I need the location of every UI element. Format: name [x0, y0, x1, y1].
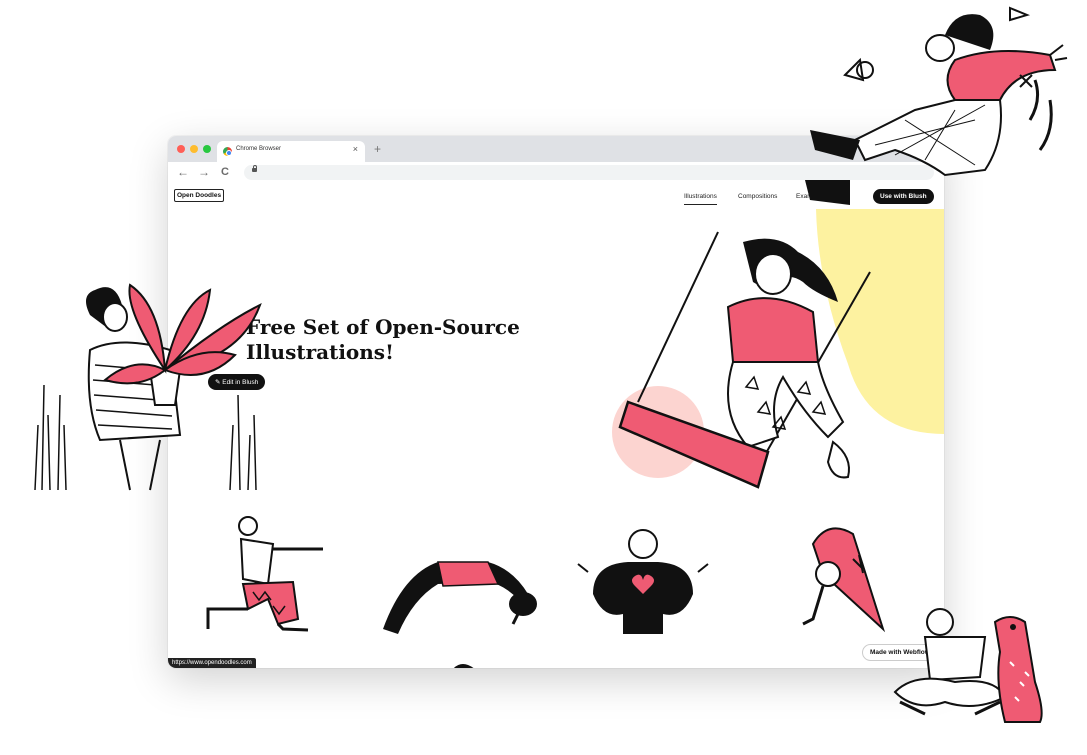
reload-button[interactable]: C [221, 165, 229, 179]
back-button[interactable]: ← [177, 165, 189, 179]
walking-man-illustration [206, 516, 323, 632]
status-url: https://www.opendoodles.com [168, 658, 256, 668]
browser-tab[interactable]: Chrome Browser × [217, 141, 365, 162]
chrome-icon [223, 147, 232, 156]
window-close-button[interactable] [177, 145, 185, 153]
website-content: Open Doodles Illustrations Compositions … [168, 184, 944, 668]
swing-woman-illustration [618, 231, 871, 489]
lock-icon [252, 165, 257, 172]
plant-person-illustration [34, 283, 262, 491]
hero-title: Free Set of Open-Source Illustrations! [246, 315, 520, 364]
window-minimize-button[interactable] [190, 145, 198, 153]
tab-title: Chrome Browser [236, 146, 282, 152]
new-tab-button[interactable]: + [374, 143, 381, 155]
forward-button[interactable]: → [198, 165, 210, 179]
window-maximize-button[interactable] [203, 145, 211, 153]
partial-illustration [453, 664, 474, 668]
heart-person-illustration [577, 529, 709, 634]
backbend-woman-illustration [383, 561, 537, 634]
browser-window: Chrome Browser × + ← → C Open Doodles Il… [168, 136, 944, 668]
flying-woman-illustration [805, 6, 1068, 205]
tab-close-icon[interactable]: × [353, 144, 358, 154]
dog-and-person-illustration [893, 608, 1043, 723]
